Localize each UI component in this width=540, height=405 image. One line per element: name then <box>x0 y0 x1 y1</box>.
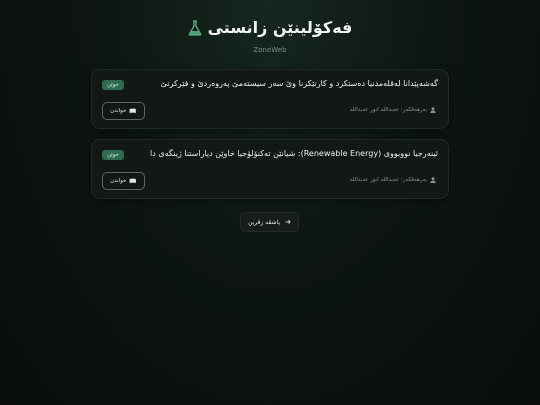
category-badge: خوێن <box>102 150 124 160</box>
back-button[interactable]: ➔ پاشڤە زڤرین <box>240 212 299 232</box>
article-author: بەرهەڤکەر: عەبداللە انور عەبداللە <box>350 107 436 113</box>
article-title: گەشەپێدانا لەقلەمدنیا دەستکرد و کارتێکرن… <box>160 79 438 88</box>
author-name: بەرهەڤکەر: عەبداللە انور عەبداللە <box>349 177 427 183</box>
read-button-label: خواندن <box>110 108 127 114</box>
book-icon: 📖 <box>129 177 137 185</box>
article-card: ئینەرجیا نووبووی (Renewable Energy): شیا… <box>91 139 449 199</box>
back-button-label: پاشڤە زڤرین <box>248 218 281 226</box>
page-subtitle: ZoneWeb <box>253 46 287 54</box>
page-title-text: فەکۆلینێن زانستی <box>207 18 353 37</box>
read-button[interactable]: 📖 خواندن <box>102 172 145 190</box>
read-button[interactable]: 📖 خواندن <box>102 102 145 120</box>
user-icon <box>430 107 436 113</box>
arrow-right-icon: ➔ <box>285 218 291 226</box>
article-title: ئینەرجیا نووبووی (Renewable Energy): شیا… <box>150 149 438 158</box>
article-card: گەشەپێدانا لەقلەمدنیا دەستکرد و کارتێکرن… <box>91 69 449 129</box>
book-icon: 📖 <box>129 107 137 115</box>
read-button-label: خواندن <box>110 178 127 184</box>
author-name: بەرهەڤکەر: عەبداللە انور عەبداللە <box>349 107 427 113</box>
flask-icon <box>188 19 201 36</box>
category-badge: خوێن <box>102 80 124 90</box>
page-title: فەکۆلینێن زانستی <box>188 18 353 37</box>
article-author: بەرهەڤکەر: عەبداللە انور عەبداللە <box>350 177 436 183</box>
page-header: فەکۆلینێن زانستی ZoneWeb <box>0 18 540 54</box>
user-icon <box>430 177 436 183</box>
